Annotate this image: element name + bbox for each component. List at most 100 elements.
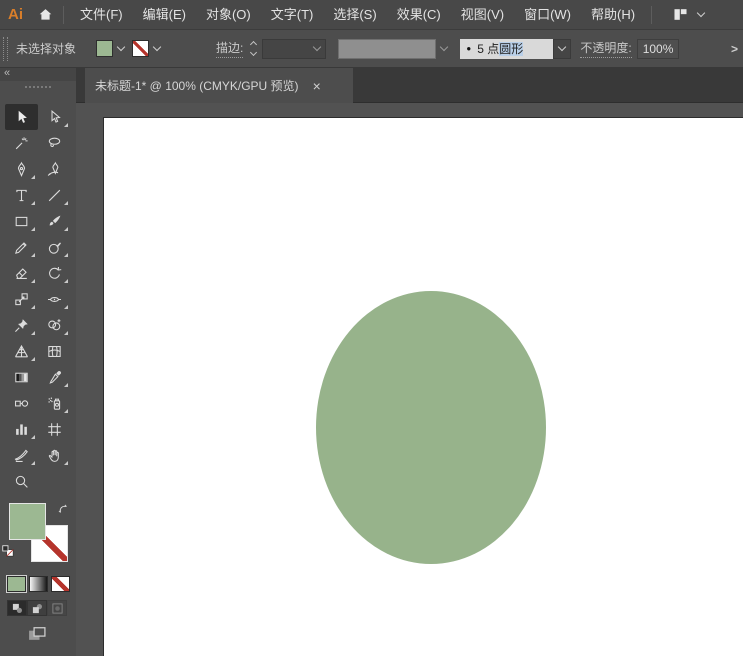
opacity-label[interactable]: 不透明度: — [580, 39, 632, 58]
gradient-tool — [15, 372, 28, 382]
menu-item-window[interactable]: 窗口(W) — [514, 0, 581, 30]
menu-items: 文件(F) 编辑(E) 对象(O) 文字(T) 选择(S) 效果(C) 视图(V) 窗口(W)… — [70, 0, 645, 30]
draw-normal-button[interactable] — [7, 600, 27, 616]
shape-builder-tool[interactable] — [38, 312, 71, 338]
home-icon[interactable] — [33, 3, 57, 27]
flyout-indicator — [31, 253, 35, 257]
puppet-warp-tool[interactable] — [5, 312, 38, 338]
fill-chevron-down-icon[interactable] — [116, 42, 126, 52]
shaper-tool[interactable] — [5, 234, 38, 260]
blob-brush-tool[interactable] — [38, 234, 71, 260]
draw-behind-button[interactable] — [27, 600, 47, 616]
profile-chevron-down-icon[interactable] — [440, 42, 449, 52]
step-down-icon[interactable] — [250, 48, 258, 57]
rotate-tool[interactable] — [38, 260, 71, 286]
screen-mode-button[interactable] — [24, 624, 50, 644]
opacity-input[interactable]: 100% — [636, 38, 679, 59]
brush-definition-value: 5 点圆形 — [477, 42, 524, 56]
panel-drag-handle[interactable] — [25, 86, 51, 88]
type-tool[interactable] — [5, 182, 38, 208]
none-button[interactable] — [51, 576, 70, 592]
stroke-profile-dropdown[interactable] — [338, 38, 437, 59]
draw-inside-icon — [51, 602, 63, 614]
stroke-color-swatch[interactable] — [132, 40, 149, 57]
flyout-indicator — [31, 357, 35, 361]
tool-grid — [5, 104, 71, 494]
symbol-sprayer-tool — [48, 397, 61, 410]
width-tool[interactable] — [38, 286, 71, 312]
eyedropper-tool[interactable] — [38, 364, 71, 390]
app-logo[interactable]: Ai — [8, 6, 23, 23]
blend-tool[interactable] — [5, 390, 38, 416]
menu-item-select[interactable]: 选择(S) — [323, 0, 386, 30]
default-swatches-icon — [2, 545, 14, 557]
direct-selection-tool[interactable] — [38, 104, 71, 130]
panel-grip[interactable] — [3, 36, 8, 61]
menu-item-type[interactable]: 文字(T) — [261, 0, 324, 30]
paintbrush-tool[interactable] — [38, 208, 71, 234]
stroke-weight-combo[interactable] — [262, 38, 327, 59]
brush-chevron-button[interactable] — [553, 38, 572, 59]
menu-item-object[interactable]: 对象(O) — [196, 0, 261, 30]
shaper-tool — [15, 241, 27, 254]
brush-bullet-icon: ● — [466, 44, 472, 53]
stroke-label[interactable]: 描边: — [216, 39, 244, 58]
default-swatches-icon[interactable] — [1, 544, 15, 563]
stroke-weight-stepper[interactable] — [250, 40, 258, 57]
symbol-sprayer-tool[interactable] — [38, 390, 71, 416]
ellipse-shape[interactable] — [316, 291, 546, 564]
scale-tool[interactable] — [5, 286, 38, 312]
fill-color-swatch[interactable] — [96, 40, 113, 57]
curvature-tool[interactable] — [38, 156, 71, 182]
menu-item-effect[interactable]: 效果(C) — [387, 0, 451, 30]
document-tab[interactable]: 未标题-1* @ 100% (CMYK/GPU 预览) × — [85, 68, 353, 103]
rectangle-tool[interactable] — [5, 208, 38, 234]
fill-indicator[interactable] — [9, 503, 46, 540]
flyout-indicator — [31, 435, 35, 439]
hand-tool[interactable] — [38, 442, 71, 468]
flyout-indicator — [64, 305, 68, 309]
brush-definition-combo[interactable]: ● 5 点圆形 — [460, 38, 554, 59]
flyout-indicator — [64, 227, 68, 231]
menu-item-view[interactable]: 视图(V) — [451, 0, 514, 30]
panel-collapse-button[interactable]: « — [0, 68, 76, 81]
perspective-grid-tool[interactable] — [5, 338, 38, 364]
zoom-tool — [15, 475, 28, 488]
flyout-indicator — [31, 175, 35, 179]
gradient-button[interactable] — [29, 576, 48, 592]
menu-item-edit[interactable]: 编辑(E) — [133, 0, 196, 30]
puppet-warp-tool — [15, 318, 28, 332]
step-up-icon[interactable] — [250, 40, 258, 49]
menu-separator — [651, 5, 653, 24]
flyout-indicator — [64, 331, 68, 335]
workspace-switcher[interactable] — [668, 3, 706, 27]
draw-normal-icon — [12, 603, 22, 613]
flyout-indicator — [64, 461, 68, 465]
gradient-tool[interactable] — [5, 364, 38, 390]
lasso-tool — [48, 137, 61, 147]
selection-tool[interactable] — [5, 104, 38, 130]
column-graph-tool[interactable] — [5, 416, 38, 442]
menu-item-help[interactable]: 帮助(H) — [581, 0, 645, 30]
draw-inside-button[interactable] — [47, 600, 67, 616]
swap-arrows-icon[interactable] — [56, 502, 71, 522]
zoom-tool[interactable] — [5, 468, 38, 494]
eraser-tool[interactable] — [5, 260, 38, 286]
perspective-grid-tool — [15, 344, 28, 357]
chevron-down-icon — [313, 42, 322, 52]
lasso-tool[interactable] — [38, 130, 71, 156]
color-button[interactable] — [6, 575, 27, 593]
slice-tool[interactable] — [5, 442, 38, 468]
artboard[interactable] — [103, 117, 743, 656]
menu-item-file[interactable]: 文件(F) — [70, 0, 133, 30]
eraser-tool — [16, 267, 27, 279]
line-segment-tool[interactable] — [38, 182, 71, 208]
pen-tool[interactable] — [5, 156, 38, 182]
mesh-tool[interactable] — [38, 338, 71, 364]
artboard-tool[interactable] — [38, 416, 71, 442]
canvas-area[interactable] — [76, 103, 743, 656]
control-overflow-chevron[interactable]: > — [731, 42, 738, 56]
magic-wand-tool[interactable] — [5, 130, 38, 156]
close-icon[interactable]: × — [313, 79, 321, 93]
stroke-chevron-down-icon[interactable] — [152, 42, 162, 52]
